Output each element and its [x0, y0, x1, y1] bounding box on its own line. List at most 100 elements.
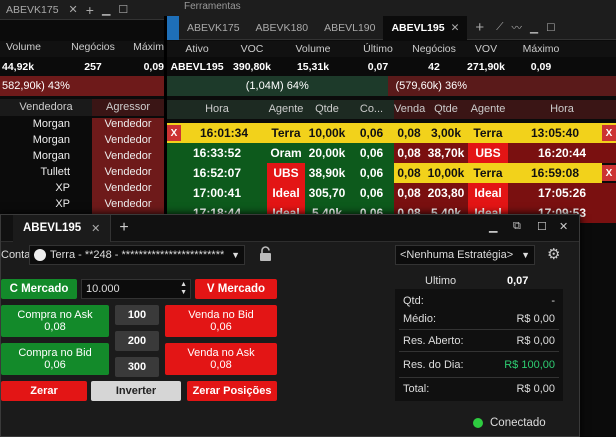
strategy-select[interactable]: <Nenhuma Estratégia> ▼	[395, 245, 535, 265]
table-row: XP Vendedor	[0, 198, 164, 214]
header-negocios: Negócios	[71, 41, 115, 53]
cancel-order-icon[interactable]: X	[602, 165, 616, 181]
book-row[interactable]: 17:00:41 Ideal 305,70 0,06 0,08 203,80 I…	[167, 183, 616, 203]
sell-time: 17:05:26	[508, 183, 616, 203]
link-color-icon[interactable]	[167, 16, 179, 40]
table-row: Morgan Vendedor	[0, 118, 164, 134]
res-aberto-label: Res. Aberto:	[403, 335, 464, 347]
tab-abevk180[interactable]: ABEVK180	[248, 16, 317, 40]
inverter-label: Inverter	[115, 385, 157, 397]
header-ultimo: Último	[363, 43, 393, 55]
quantity-stepper[interactable]: ▲ ▼	[180, 281, 187, 297]
tab-abevl190[interactable]: ABEVL190	[316, 16, 383, 40]
value-maximo: 0,09	[143, 60, 164, 73]
tab-abevk175[interactable]: ABEVK175	[179, 16, 248, 40]
buy-at-bid-button[interactable]: Compra no Bid 0,06	[1, 343, 109, 375]
add-tab-icon[interactable]: +	[119, 219, 128, 237]
header-volume: Volume	[6, 41, 42, 53]
ultimo-label: Ultimo	[425, 275, 457, 287]
zerar-label: Zerar	[30, 385, 58, 397]
buy-at-ask-button[interactable]: Compra no Ask 0,08	[1, 305, 109, 337]
book-header: Hora Agente Qtde Co... Venda Qtde Agente…	[167, 100, 616, 119]
quantity-input[interactable]: 10.000 ▲ ▼	[81, 279, 191, 299]
header-qtde-sell: Qtde	[434, 103, 458, 115]
buy-qty: 38,90k	[305, 163, 349, 183]
buy-pressure: (1,04M) 64%	[167, 76, 388, 96]
summary-header: Ativo VOC Volume Último Negócios VOV Máx…	[167, 41, 616, 57]
cancel-order-icon[interactable]: X	[167, 125, 181, 141]
header-agressor: Agressor	[92, 99, 164, 116]
cancel-order-icon[interactable]: X	[602, 125, 616, 141]
maximize-icon[interactable]: ☐	[118, 3, 128, 16]
buy-time: 16:01:34	[199, 126, 249, 140]
buy-agent: Ideal	[267, 183, 305, 203]
header-venda: Venda	[394, 103, 426, 115]
buy-at-bid-label: Compra no Bid	[18, 347, 92, 359]
table-row: XP Vendedor	[0, 182, 164, 198]
trend-icon[interactable]: 〰	[508, 16, 527, 40]
header-voc: VOC	[240, 43, 264, 55]
close-icon[interactable]: ✕	[91, 222, 100, 235]
sell-at-ask-button[interactable]: Venda no Ask 0,08	[165, 343, 277, 375]
menu-ferramentas[interactable]: Ferramentas	[184, 1, 241, 12]
order-ticket-tab[interactable]: ABEVL195 ✕	[13, 214, 112, 242]
value-volume: 15,31k	[296, 60, 330, 73]
qty-preset-300[interactable]: 300	[115, 357, 159, 377]
divider	[399, 377, 559, 378]
left-tab-label[interactable]: ABEVK175	[0, 4, 65, 16]
add-tab-icon[interactable]: +	[467, 16, 492, 40]
add-tab-icon[interactable]: +	[86, 2, 94, 18]
maximize-icon[interactable]: ☐	[542, 16, 559, 40]
sell-qty: 3,00k	[430, 126, 462, 140]
header-ativo: Ativo	[185, 43, 209, 55]
lock-icon[interactable]	[259, 246, 272, 265]
minimize-icon[interactable]: ▁	[526, 16, 542, 40]
status-label: Conectado	[490, 417, 546, 429]
close-icon[interactable]: ✕	[69, 3, 78, 16]
value-negocios: 257	[84, 60, 102, 73]
minimize-icon[interactable]: ▁	[489, 220, 497, 233]
buy-agent: Oram	[267, 143, 305, 163]
sell-at-bid-button[interactable]: Venda no Bid 0,06	[165, 305, 277, 337]
zerar-button[interactable]: Zerar	[1, 381, 87, 401]
value-negocios: 42	[428, 60, 440, 73]
qty-preset-100[interactable]: 100	[115, 305, 159, 325]
tab-abevl195[interactable]: ABEVL195 ✕	[383, 16, 468, 40]
aggressor-side: Vendedor	[92, 182, 164, 198]
close-window-icon[interactable]: ✕	[559, 220, 568, 233]
close-icon[interactable]: ✕	[451, 22, 460, 34]
buy-time: 17:00:41	[167, 183, 267, 203]
book-row[interactable]: 16:33:52 Oram 20,00k 0,06 0,08 38,70k UB…	[167, 143, 616, 163]
sell-at-ask-price: 0,08	[210, 359, 232, 371]
minimize-icon[interactable]: ▁	[102, 3, 110, 16]
sell-price: 0,08	[394, 183, 424, 203]
qty-preset-200[interactable]: 200	[115, 331, 159, 351]
chart-icon[interactable]: ⟋	[492, 16, 507, 40]
popout-icon[interactable]: ⧉	[513, 220, 521, 233]
divider	[399, 329, 559, 330]
maximize-icon[interactable]: ☐	[537, 220, 547, 233]
book-rows: X 16:01:34 Terra 10,00k 0,06 0,08 3,00k …	[167, 123, 616, 223]
top-menu-strip: Ferramentas	[164, 0, 616, 16]
res-dia-value: R$ 100,00	[504, 359, 555, 371]
aggressor-side: Vendedor	[92, 150, 164, 166]
book-row[interactable]: 16:52:07 UBS 38,90k 0,06 0,08 10,00k Ter…	[167, 163, 616, 183]
market-sell-button[interactable]: V Mercado	[195, 279, 277, 299]
sell-agent: Terra	[473, 126, 503, 140]
book-row[interactable]: X 16:01:34 Terra 10,00k 0,06 0,08 3,00k …	[167, 123, 616, 143]
buy-qty: 305,70	[305, 183, 349, 203]
gear-icon[interactable]: ⚙	[547, 245, 560, 263]
table-row: Tullett Vendedor	[0, 166, 164, 182]
header-negocios: Negócios	[412, 43, 456, 55]
sell-price: 0,08	[397, 126, 421, 140]
account-select[interactable]: Terra - **248 - ************************…	[29, 245, 245, 265]
sell-pressure: (579,60k) 36%	[387, 76, 616, 96]
header-hora-sell: Hora	[550, 103, 574, 115]
header-agente-sell: Agente	[470, 103, 506, 115]
buy-qty: 10,00k	[308, 126, 346, 140]
inverter-button[interactable]: Inverter	[91, 381, 181, 401]
zerar-posicoes-button[interactable]: Zerar Posições	[187, 381, 277, 401]
market-buy-button[interactable]: C Mercado	[1, 279, 77, 299]
sell-qty: 203,80	[424, 183, 468, 203]
broker-name: Morgan	[32, 118, 70, 130]
